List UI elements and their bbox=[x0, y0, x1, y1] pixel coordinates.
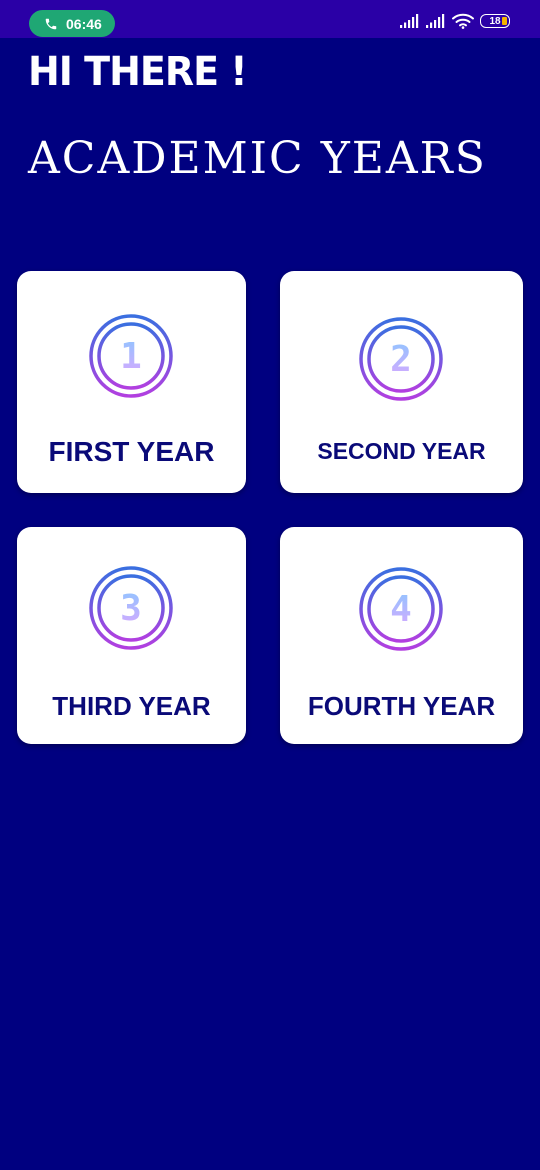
badge-digit: 1 bbox=[120, 336, 142, 377]
battery-fill bbox=[502, 17, 507, 25]
signal-icon bbox=[400, 14, 420, 28]
greeting-heading: HI THERE ! bbox=[28, 48, 248, 95]
second-year-label: SECOND YEAR bbox=[317, 438, 486, 464]
number-two-icon: 2 bbox=[359, 317, 443, 401]
badge-digit: 3 bbox=[120, 588, 142, 629]
badge-digit: 2 bbox=[390, 339, 412, 380]
number-one-icon: 1 bbox=[89, 314, 173, 398]
fourth-year-card[interactable]: 4 FOURTH YEAR bbox=[280, 527, 523, 744]
status-icons: 18 bbox=[400, 11, 510, 31]
first-year-card[interactable]: 1 FIRST YEAR bbox=[17, 271, 246, 493]
number-three-icon: 3 bbox=[89, 566, 173, 650]
wifi-icon bbox=[452, 13, 474, 29]
third-year-card[interactable]: 3 THIRD YEAR bbox=[17, 527, 246, 744]
fourth-year-label: FOURTH YEAR bbox=[307, 691, 496, 721]
ongoing-call-pill[interactable]: 06:46 bbox=[29, 10, 115, 37]
battery-icon: 18 bbox=[480, 14, 510, 28]
number-four-icon: 4 bbox=[359, 567, 443, 651]
first-year-label: FIRST YEAR bbox=[48, 436, 215, 467]
signal-icon bbox=[426, 14, 446, 28]
third-year-label: THIRD YEAR bbox=[52, 691, 211, 721]
status-time: 06:46 bbox=[66, 15, 102, 32]
badge-digit: 4 bbox=[390, 589, 412, 630]
phone-icon bbox=[44, 17, 58, 31]
page-title: ACADEMIC YEARS bbox=[28, 133, 487, 184]
status-bar: 06:46 18 bbox=[0, 0, 540, 38]
battery-level: 18 bbox=[489, 15, 501, 27]
second-year-card[interactable]: 2 SECOND YEAR bbox=[280, 271, 523, 493]
